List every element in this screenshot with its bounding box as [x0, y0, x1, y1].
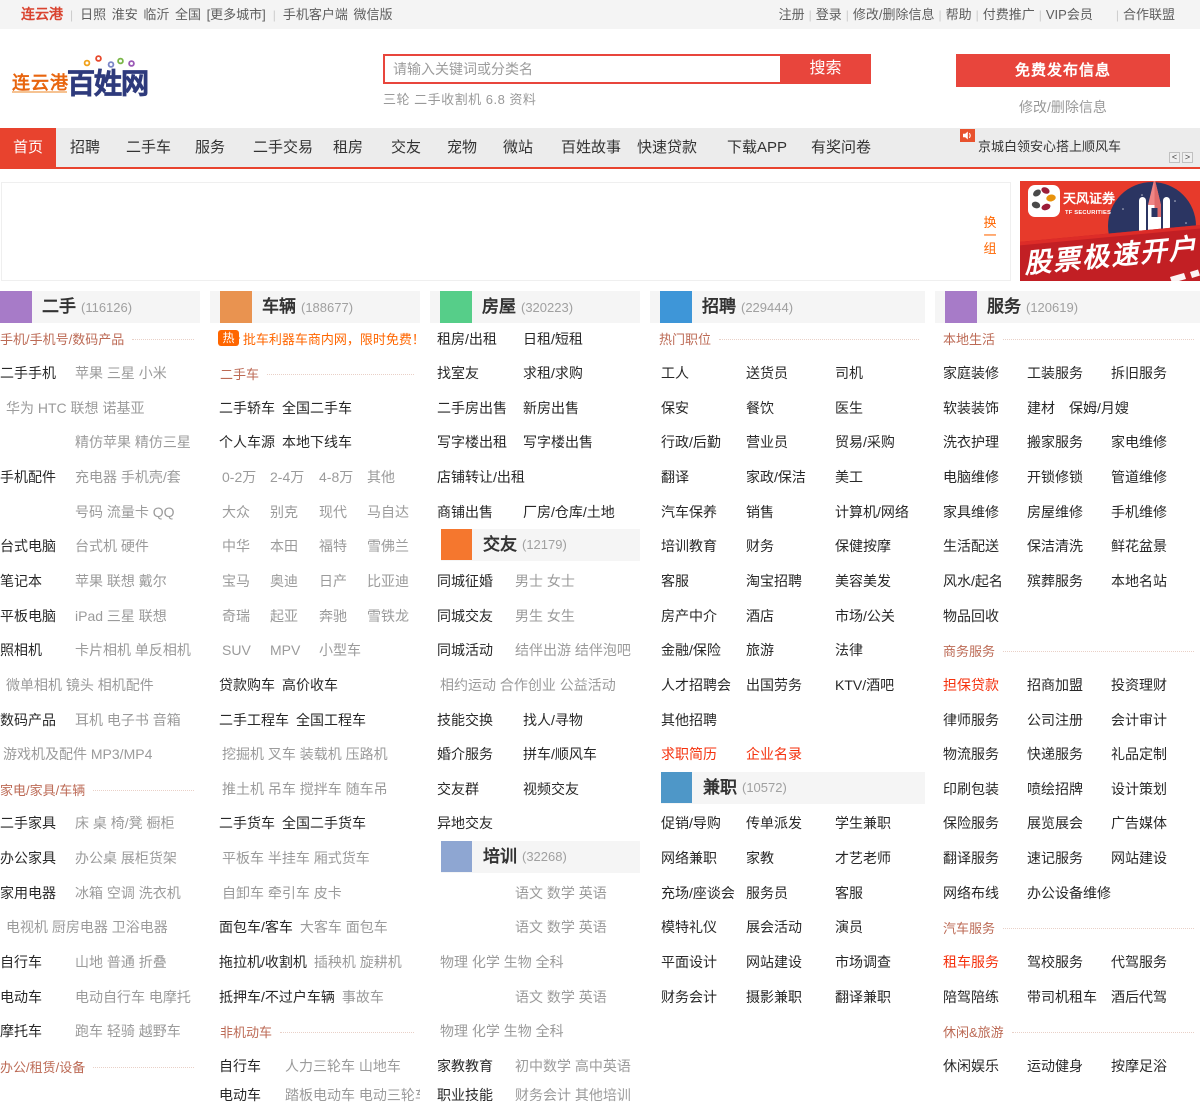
- svg-text:天风证券: 天风证券: [1063, 191, 1116, 206]
- svg-text:TF SECURITIES: TF SECURITIES: [1065, 210, 1111, 216]
